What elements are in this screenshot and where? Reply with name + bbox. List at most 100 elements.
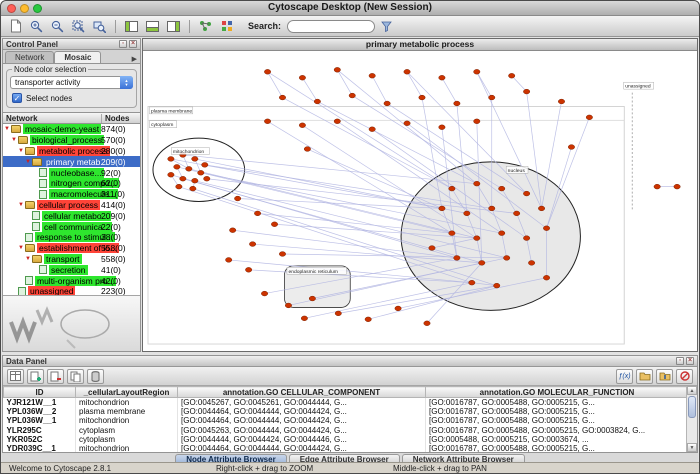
network-node[interactable]: [395, 306, 401, 311]
network-node[interactable]: [261, 291, 267, 296]
tree-header-network[interactable]: Network: [3, 114, 102, 123]
network-node[interactable]: [285, 303, 291, 308]
column-header-region[interactable]: _cellularLayoutRegion: [76, 387, 178, 398]
network-node[interactable]: [176, 184, 182, 189]
network-node[interactable]: [674, 184, 680, 189]
float-panel-icon[interactable]: ◦: [119, 40, 127, 48]
network-node[interactable]: [204, 176, 210, 181]
tab-network[interactable]: Network: [5, 51, 54, 63]
table-row[interactable]: YKR052Ccytoplasm[GO:0044444, GO:0044424,…: [4, 435, 689, 444]
cell-region[interactable]: mitochondrion: [76, 398, 178, 408]
float-panel-icon[interactable]: ◦: [676, 357, 684, 365]
table-row[interactable]: YDR039C__1mitochondrion[GO:0044464, GO:0…: [4, 444, 689, 452]
network-node[interactable]: [229, 228, 235, 233]
batch-attribute-icon[interactable]: [67, 369, 84, 384]
tree-row[interactable]: cellular metabo...209(0): [3, 210, 140, 221]
cell-region[interactable]: mitochondrion: [76, 444, 178, 452]
expand-arrow-icon[interactable]: ▼: [17, 148, 25, 154]
network-node[interactable]: [369, 73, 375, 78]
network-node[interactable]: [523, 191, 529, 196]
cell-cc[interactable]: [GO:0045267, GO:0045261, GO:0044444, G..…: [178, 398, 426, 408]
cell-mf[interactable]: [GO:0016787, GO:0005488, GO:0005215, G..…: [426, 407, 689, 416]
network-node[interactable]: [424, 321, 430, 326]
network-node[interactable]: [314, 99, 320, 104]
trash-icon[interactable]: [87, 369, 104, 384]
network-node[interactable]: [558, 99, 564, 104]
table-row[interactable]: YPL036W__2plasma membrane[GO:0044464, GO…: [4, 407, 689, 416]
network-node[interactable]: [439, 75, 445, 80]
cell-region[interactable]: cytoplasm: [76, 426, 178, 435]
close-panel-icon[interactable]: ×: [686, 357, 694, 365]
new-document-icon[interactable]: [6, 18, 25, 35]
cell-region[interactable]: cytoplasm: [76, 435, 178, 444]
cell-id[interactable]: YPL036W__2: [4, 407, 76, 416]
cell-cc[interactable]: [GO:0044464, GO:0044444, GO:0044424, G..…: [178, 407, 426, 416]
network-node[interactable]: [489, 95, 495, 100]
network-node[interactable]: [180, 176, 186, 181]
cell-id[interactable]: YDR039C__1: [4, 444, 76, 452]
select-attributes-icon[interactable]: [7, 369, 24, 384]
column-header-cc[interactable]: annotation.GO CELLULAR_COMPONENT: [178, 387, 426, 398]
network-view-title[interactable]: primary metabolic process: [143, 39, 697, 51]
cell-id[interactable]: YLR295C: [4, 426, 76, 435]
network-node[interactable]: [543, 226, 549, 231]
network-node[interactable]: [479, 261, 485, 266]
network-node[interactable]: [271, 222, 277, 227]
network-node[interactable]: [538, 206, 544, 211]
network-node[interactable]: [474, 69, 480, 74]
network-node[interactable]: [245, 267, 251, 272]
network-canvas[interactable]: plasma membranecytoplasmmitochondrionnuc…: [143, 51, 697, 351]
network-node[interactable]: [264, 119, 270, 124]
network-node[interactable]: [369, 127, 375, 132]
network-node[interactable]: [192, 178, 198, 183]
network-node[interactable]: [449, 231, 455, 236]
tree-row[interactable]: ▼transport558(0): [3, 254, 140, 265]
cell-mf[interactable]: [GO:0016787, GO:0005488, GO:0005215, G..…: [426, 416, 689, 425]
expand-arrow-icon[interactable]: ▼: [17, 245, 25, 251]
network-node[interactable]: [543, 275, 549, 280]
clear-icon[interactable]: [676, 369, 693, 384]
expand-arrow-icon[interactable]: ▼: [24, 256, 32, 262]
overview-thumbnail[interactable]: [3, 295, 140, 351]
search-input[interactable]: [287, 20, 375, 33]
network-node[interactable]: [439, 206, 445, 211]
column-header-mf[interactable]: annotation.GO MOLECULAR_FUNCTION: [426, 387, 689, 398]
network-node[interactable]: [254, 211, 260, 216]
network-node[interactable]: [654, 184, 660, 189]
network-node[interactable]: [334, 119, 340, 124]
network-node[interactable]: [249, 242, 255, 247]
panel-left-icon[interactable]: [122, 18, 141, 35]
network-node[interactable]: [190, 186, 196, 191]
tab-mosaic[interactable]: Mosaic: [54, 51, 101, 63]
network-node[interactable]: [349, 93, 355, 98]
network-node[interactable]: [334, 67, 340, 72]
cell-cc[interactable]: [GO:0044444, GO:0044424, GO:0044446, G..…: [178, 435, 426, 444]
tree-row[interactable]: macromolecule...311(0): [3, 189, 140, 200]
network-node[interactable]: [503, 256, 509, 261]
new-attribute-icon[interactable]: [27, 369, 44, 384]
panel-right-icon[interactable]: [164, 18, 183, 35]
tree-row[interactable]: cell communica...22(0): [3, 221, 140, 232]
network-node[interactable]: [419, 95, 425, 100]
cell-mf[interactable]: [GO:0016787, GO:0005488, GO:0005215, G..…: [426, 444, 689, 452]
network-node[interactable]: [365, 317, 371, 322]
zoom-out-icon[interactable]: [48, 18, 67, 35]
export-attributes-icon[interactable]: [656, 369, 673, 384]
table-scrollbar[interactable]: ▲ ▼: [686, 386, 697, 452]
tree-row[interactable]: secretion41(0): [3, 264, 140, 275]
network-node[interactable]: [474, 181, 480, 186]
tree-row[interactable]: response to stimul...38(0): [3, 232, 140, 243]
tree-row[interactable]: ▼mosaic-demo-yeast874(0): [3, 124, 140, 135]
network-node[interactable]: [469, 280, 475, 285]
network-node[interactable]: [454, 101, 460, 106]
function-builder-icon[interactable]: ƒ(x): [616, 369, 633, 384]
cell-mf[interactable]: [GO:0016787, GO:0005488, GO:0005215, G..…: [426, 398, 689, 408]
tree-row[interactable]: multi-organism pro...42(0): [3, 275, 140, 286]
network-node[interactable]: [474, 236, 480, 241]
cell-region[interactable]: mitochondrion: [76, 416, 178, 425]
network-node[interactable]: [523, 236, 529, 241]
network-node[interactable]: [464, 211, 470, 216]
expand-arrow-icon[interactable]: ▼: [10, 137, 18, 143]
network-node[interactable]: [528, 261, 534, 266]
scroll-down-icon[interactable]: ▼: [687, 443, 697, 452]
